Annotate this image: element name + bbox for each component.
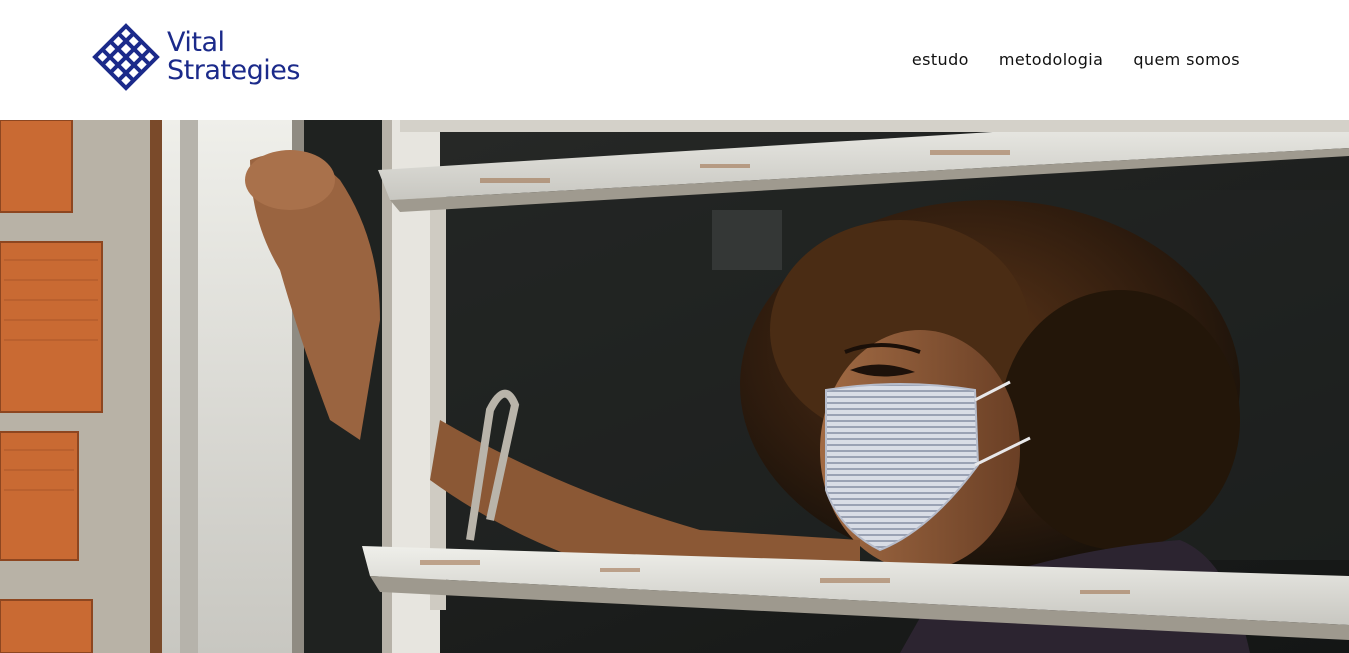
nav-link-quem-somos[interactable]: quem somos — [1133, 50, 1240, 69]
site-header: Vital Strategies estudo metodologia quem… — [0, 0, 1349, 120]
brand-wordmark: Vital Strategies — [167, 29, 300, 85]
vital-strategies-logo-icon — [92, 23, 160, 91]
woman-wearing-mask-at-window-photo — [0, 120, 1349, 653]
nav-link-estudo[interactable]: estudo — [912, 50, 969, 69]
brand-line-2: Strategies — [167, 55, 300, 86]
main-navigation: estudo metodologia quem somos — [912, 50, 1240, 69]
hero-image — [0, 120, 1349, 653]
nav-link-metodologia[interactable]: metodologia — [999, 50, 1103, 69]
brand-logo-link[interactable]: Vital Strategies — [91, 22, 300, 92]
brand-line-1: Vital — [167, 27, 225, 58]
